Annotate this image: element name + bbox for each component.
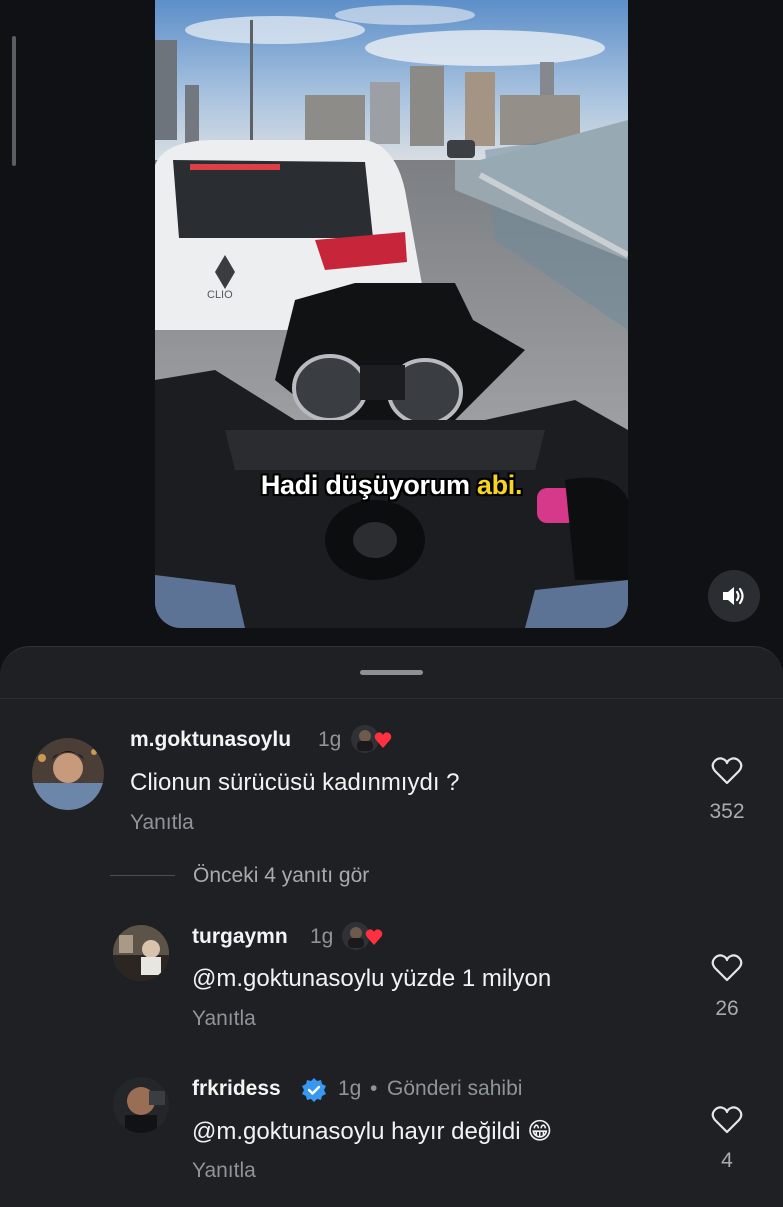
sheet-divider [0, 698, 783, 699]
reply-username[interactable]: turgaymn [192, 925, 288, 949]
video-subtitle: Hadi düşüyorum abi. [155, 470, 628, 501]
heart-icon[interactable] [711, 953, 743, 983]
avatar[interactable] [32, 738, 104, 810]
comment-username[interactable]: m.goktunasoylu [130, 728, 291, 752]
avatar[interactable] [113, 925, 169, 981]
sound-on-icon [723, 587, 744, 605]
reply-text: @m.goktunasoylu hayır değildi 😁 [192, 1118, 553, 1145]
reply-username[interactable]: frkridess [192, 1077, 281, 1101]
reply-text: @m.goktunasoylu yüzde 1 milyon [192, 965, 552, 992]
video-player[interactable]: CLIO Hadi düşüyorum abi. [155, 0, 628, 628]
post-owner-label: Gönderi sahibi [387, 1077, 523, 1100]
verified-badge-icon [302, 1078, 326, 1102]
reply-button[interactable]: Yanıtla [130, 811, 194, 835]
view-previous-replies-button[interactable]: Önceki 4 yanıtı gör [193, 864, 369, 888]
subtitle-highlight: abi. [476, 470, 523, 500]
replies-line [110, 875, 175, 876]
reply-button[interactable]: Yanıtla [192, 1159, 256, 1183]
comment-time: 1g [318, 728, 342, 751]
heart-icon[interactable] [711, 756, 743, 786]
video-frame: CLIO [155, 0, 628, 628]
comment-text: Clionun sürücüsü kadınmıydı ? [130, 769, 460, 796]
comments-sheet: m.goktunasoylu 1g Clionun sürücüsü kadın… [0, 646, 783, 1207]
creator-liked-icon [341, 921, 387, 956]
scroll-indicator[interactable] [12, 36, 16, 166]
avatar[interactable] [113, 1077, 169, 1133]
like-count: 352 [709, 800, 745, 823]
car-badge-text: CLIO [207, 289, 233, 301]
reply-button[interactable]: Yanıtla [192, 1007, 256, 1031]
sheet-drag-handle[interactable] [360, 670, 423, 675]
heart-icon[interactable] [711, 1105, 743, 1135]
creator-liked-icon [350, 724, 396, 759]
reply-time: 1g [310, 925, 334, 948]
separator-dot: • [370, 1077, 378, 1100]
like-count: 4 [721, 1149, 733, 1172]
reply-time: 1g [338, 1077, 362, 1100]
sound-toggle-button[interactable] [708, 570, 760, 622]
subtitle-text: Hadi düşüyorum [260, 470, 477, 500]
like-count: 26 [715, 997, 739, 1020]
